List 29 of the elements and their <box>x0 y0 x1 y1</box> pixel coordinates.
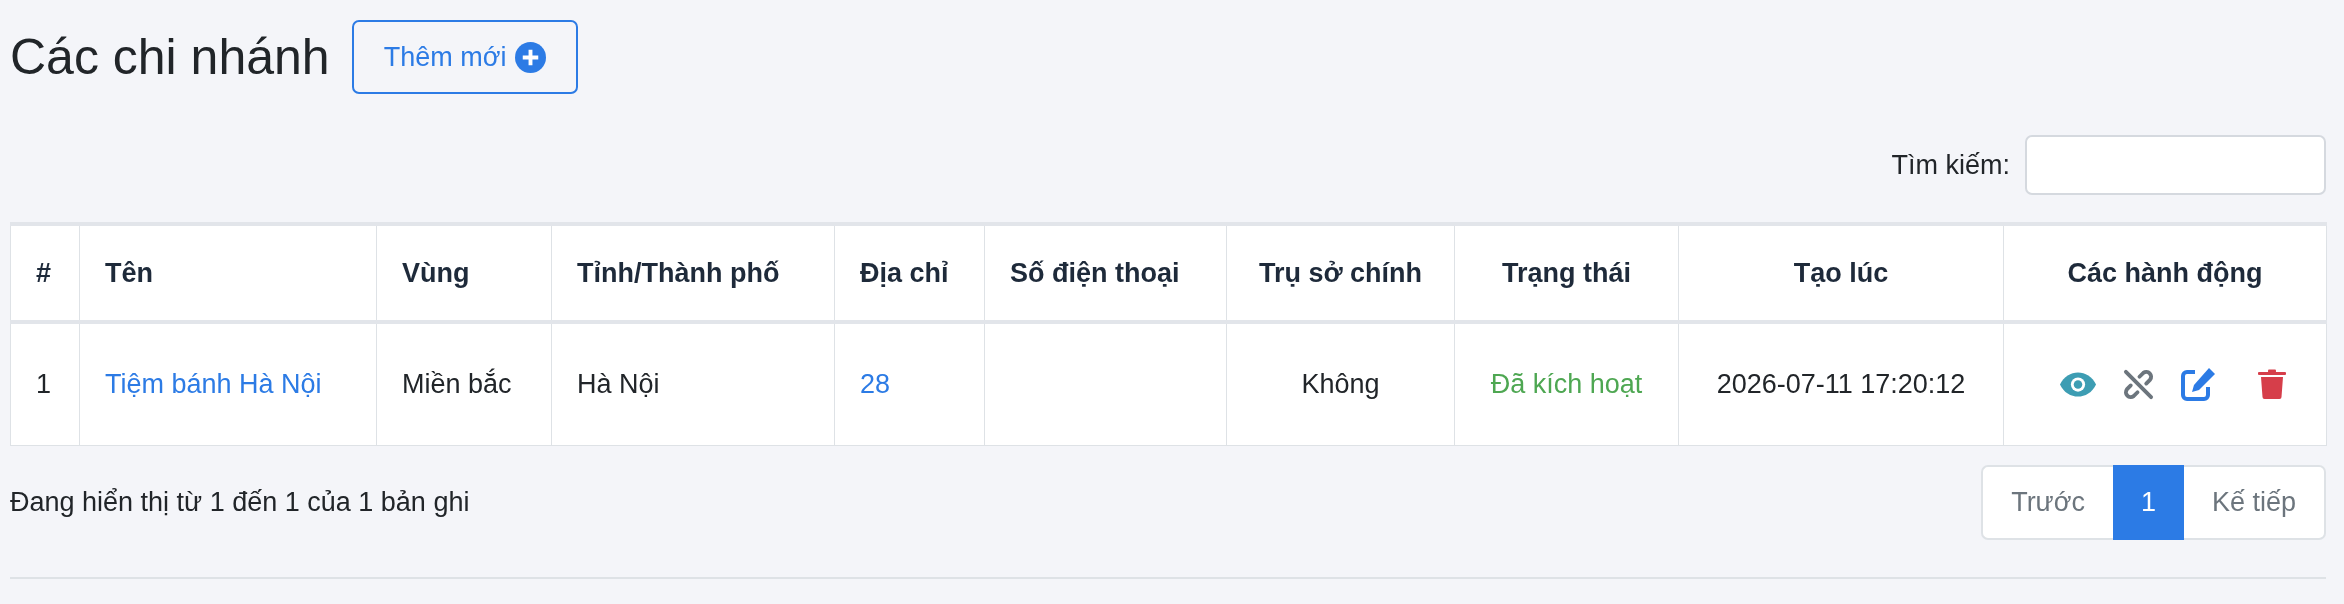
address-link[interactable]: 28 <box>860 369 891 399</box>
column-header: Tên <box>79 224 377 322</box>
pagination-button[interactable]: 1 <box>2112 464 2184 540</box>
table-cell: 1 <box>10 322 80 445</box>
column-header: Các hành động <box>2003 224 2327 322</box>
table-info: Đang hiển thị từ 1 đến 1 của 1 bản ghi <box>10 485 470 519</box>
trash-icon[interactable] <box>2257 369 2286 400</box>
column-header: Tỉnh/Thành phố <box>551 224 835 322</box>
column-header: Địa chỉ <box>834 224 985 322</box>
broken-link-icon[interactable] <box>2122 368 2154 400</box>
table-cell: Đã kích hoạt <box>1454 322 1679 445</box>
table-cell: 2026-07-11 17:20:12 <box>1678 322 2004 445</box>
table-cell: Miền bắc <box>376 322 552 445</box>
edit-icon[interactable] <box>2179 367 2216 402</box>
table-cell: Không <box>1226 322 1455 445</box>
column-header: Số điện thoại <box>984 224 1227 322</box>
branch-name-link[interactable]: Tiệm bánh Hà Nội <box>105 369 322 399</box>
eye-icon[interactable] <box>2058 371 2097 397</box>
search-label: Tìm kiếm: <box>1891 148 2010 182</box>
search-field[interactable] <box>2025 135 2326 195</box>
plus-circle-icon <box>514 41 546 73</box>
column-header: Trụ sở chính <box>1226 224 1455 322</box>
column-header: Tạo lúc <box>1678 224 2004 322</box>
column-header: Vùng <box>376 224 552 322</box>
column-header: # <box>10 224 80 322</box>
page-title: Các chi nhánh <box>10 32 330 82</box>
table-cell: Hà Nội <box>551 322 835 445</box>
column-header: Trạng thái <box>1454 224 1679 322</box>
add-new-button[interactable]: Thêm mới <box>351 20 578 94</box>
